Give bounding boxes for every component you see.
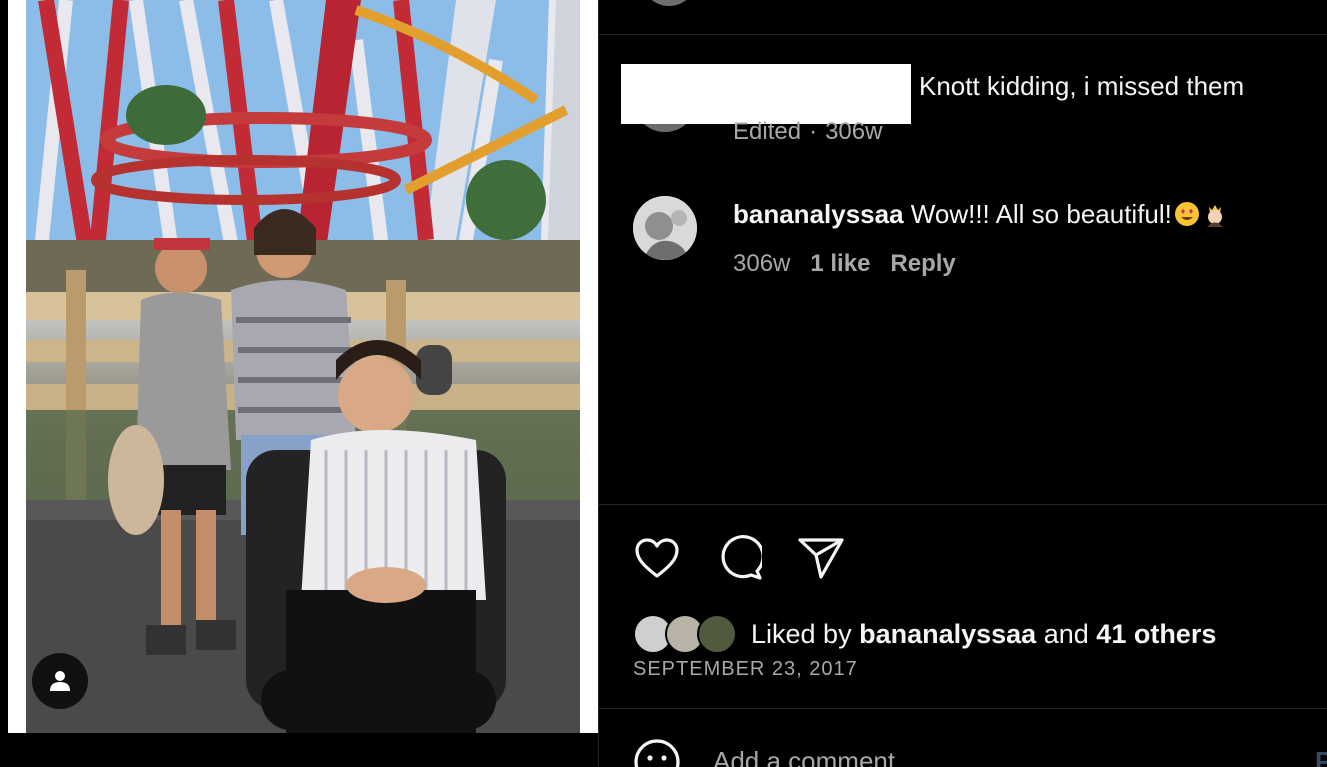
comment-text: Knott kidding, i missed them bbox=[919, 71, 1245, 101]
liker-username[interactable]: bananalyssaa bbox=[859, 619, 1036, 649]
post-details-panel: Knott kidding, i missed them Edited · 306w… bbox=[598, 0, 1327, 767]
avatar-photo bbox=[633, 196, 697, 260]
comment-meta: Edited · 306w bbox=[733, 118, 902, 146]
add-comment-bar bbox=[633, 738, 1233, 767]
divider bbox=[599, 34, 1327, 35]
share-button[interactable] bbox=[797, 534, 845, 582]
post-date[interactable]: SEPTEMBER 23, 2017 bbox=[633, 658, 858, 681]
likes-prefix: Liked by bbox=[751, 618, 852, 649]
liker-avatars[interactable] bbox=[633, 614, 737, 654]
comment-text: Wow!!! All so beautiful! bbox=[910, 199, 1172, 229]
likes-joiner: and bbox=[1043, 618, 1089, 649]
post-photo[interactable] bbox=[26, 0, 580, 733]
post-actions bbox=[633, 534, 845, 582]
post-photo-frame bbox=[8, 0, 598, 733]
photo-illustration bbox=[26, 0, 580, 733]
likes-summary: Liked by bananalyssaa and 41 others bbox=[633, 614, 1216, 654]
others-link[interactable]: 41 others bbox=[1096, 619, 1216, 649]
post-comment-button[interactable]: P bbox=[1315, 746, 1327, 767]
comment-input[interactable] bbox=[713, 746, 1233, 767]
commenter-avatar[interactable] bbox=[633, 196, 697, 260]
comment-button[interactable] bbox=[715, 534, 763, 582]
like-button[interactable] bbox=[633, 534, 681, 582]
comment-likes-link[interactable]: 1 like bbox=[810, 250, 870, 277]
comment-body: bananalyssaa Wow!!! All so beautiful! bbox=[733, 198, 1228, 230]
comment-icon bbox=[721, 535, 762, 580]
heart-eyes-emoji-icon bbox=[1174, 202, 1199, 226]
likes-text: Liked by bananalyssaa and 41 others bbox=[751, 619, 1216, 650]
divider bbox=[599, 708, 1327, 709]
comment-meta: 306w 1 like Reply bbox=[733, 250, 976, 278]
divider bbox=[599, 504, 1327, 505]
meta-separator: · bbox=[809, 118, 818, 145]
user-icon bbox=[50, 671, 70, 691]
instagram-post-view: Knott kidding, i missed them Edited · 306w… bbox=[0, 0, 1327, 767]
heart-icon bbox=[635, 538, 679, 578]
paper-plane-icon bbox=[798, 538, 844, 579]
comment-time[interactable]: 306w bbox=[733, 250, 790, 277]
avatar[interactable] bbox=[641, 0, 697, 6]
redaction-box bbox=[621, 64, 911, 124]
emoji-picker-icon[interactable] bbox=[633, 738, 681, 767]
comment-username[interactable]: bananalyssaa bbox=[733, 199, 904, 229]
tagged-users-button[interactable] bbox=[32, 653, 88, 709]
comment-time[interactable]: 306w bbox=[825, 118, 882, 145]
edited-label: Edited bbox=[733, 118, 802, 145]
princess-emoji-icon bbox=[1206, 205, 1223, 227]
avatar bbox=[697, 614, 737, 654]
reply-button[interactable]: Reply bbox=[890, 250, 955, 277]
